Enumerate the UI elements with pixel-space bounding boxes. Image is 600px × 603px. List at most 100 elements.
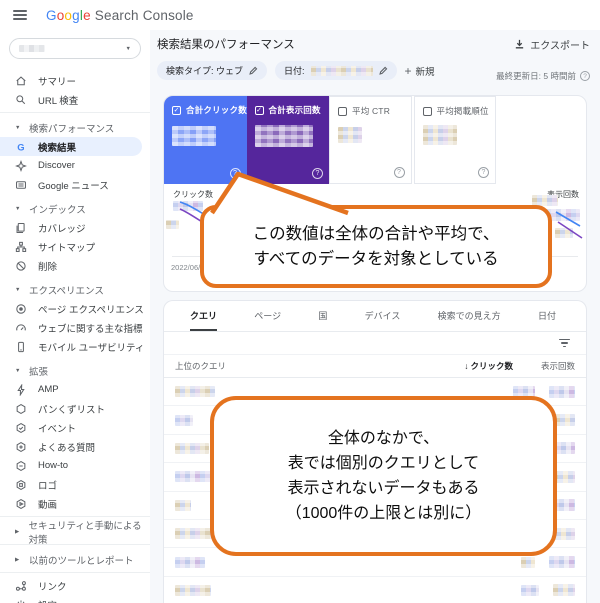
sidebar-item-label: リンク [38,579,67,593]
sidebar-item-mobile-usability[interactable]: モバイル ユーザビリティ [0,337,150,356]
sidebar-item-discover[interactable]: Discover [0,156,150,175]
tab-search-appearance[interactable]: 検索での見え方 [438,309,501,331]
callout-tail [190,168,360,216]
sidebar-item-label: サマリー [38,74,76,88]
sidebar-item-label: 動画 [38,497,57,511]
sidebar-item-label: パンくずリスト [38,402,105,416]
sidebar-item-core-web-vitals[interactable]: ウェブに関する主な指標 [0,318,150,337]
top-bar: GoogleSearch Console [0,0,600,30]
date-filter-chip[interactable]: 日付: [275,61,397,80]
sidebar-item-breadcrumbs[interactable]: パンくずリスト [0,399,150,418]
breadcrumb-icon [15,403,27,415]
sidebar-item-page-experience[interactable]: ページ エクスペリエンス [0,299,150,318]
sidebar-item-settings[interactable]: 設定 [0,595,150,603]
sidebar-item-label: Discover [38,160,75,171]
checkbox-unchecked-icon[interactable] [423,107,432,116]
help-icon[interactable]: ? [394,167,405,178]
sidebar: ▼ サマリー URL 検査 ▼ 検索パフォーマンス G 検索結果 Di [0,30,150,603]
sidebar-item-logos[interactable]: ロゴ [0,475,150,494]
sidebar-item-google-news[interactable]: Google ニュース [0,175,150,194]
sidebar-item-coverage[interactable]: カバレッジ [0,218,150,237]
checkbox-unchecked-icon[interactable] [338,107,347,116]
redacted-date-range [311,66,373,76]
logo-letter: G [46,8,57,23]
divider [0,516,150,517]
checkbox-checked-icon[interactable]: ✓ [255,106,264,115]
redacted-clicks [521,557,535,568]
plus-icon: + [405,64,412,78]
sidebar-item-label: ページ エクスペリエンス [38,302,144,316]
metric-card-average-position[interactable]: 平均掲載順位 ? [414,96,497,184]
sidebar-item-label: AMP [38,384,59,395]
divider [0,572,150,573]
news-icon [15,179,27,191]
sidebar-item-amp[interactable]: AMP [0,380,150,399]
annotation-line: 表示されないデータもある [287,476,479,501]
pencil-icon [249,66,258,75]
tab-pages[interactable]: ページ [254,309,281,331]
column-header-impressions[interactable]: 表示回数 [513,360,575,372]
tab-devices[interactable]: デバイス [365,309,401,331]
sidebar-section-legacy-tools[interactable]: ▶ 以前のツールとレポート [0,551,150,569]
sidebar-item-url-inspection[interactable]: URL 検査 [0,90,150,109]
export-label: エクスポート [530,37,590,52]
sidebar-section-security[interactable]: ▶ セキュリティと手動による対策 [0,523,150,541]
column-header-query[interactable]: 上位のクエリ [175,360,433,372]
redacted-query [175,415,193,426]
sidebar-item-search-results[interactable]: G 検索結果 [0,137,142,156]
sidebar-section-search-performance[interactable]: ▼ 検索パフォーマンス [0,119,150,137]
sidebar-section-enhancements[interactable]: ▼ 拡張 [0,362,150,380]
amp-icon [15,384,27,396]
sidebar-item-removals[interactable]: 削除 [0,256,150,275]
sidebar-section-label: インデックス [29,202,86,216]
sort-desc-icon: ↓ [464,361,468,371]
redacted-metric-value [338,127,362,143]
last-updated: 最終更新日: 5 時間前 ? [496,70,590,82]
mobile-usability-icon [15,341,27,353]
property-selector[interactable]: ▼ [9,38,141,59]
sidebar-section-label: 拡張 [29,364,48,378]
metric-card-label: 平均 CTR [352,105,390,117]
page-experience-icon [15,303,27,315]
sidebar-item-label: Google ニュース [38,178,109,192]
redacted-metric-value [255,125,313,147]
sidebar-item-howto[interactable]: How-to [0,456,150,475]
redacted-query [175,528,215,539]
menu-icon[interactable] [13,10,27,20]
metric-card-label: 合計クリック数 [186,104,247,116]
metric-card-label: 合計表示回数 [269,104,321,116]
column-header-clicks[interactable]: ↓クリック数 [433,360,513,372]
last-updated-text: 最終更新日: 5 時間前 [496,70,576,82]
tab-dates[interactable]: 日付 [538,309,556,331]
sidebar-item-videos[interactable]: 動画 [0,494,150,513]
new-filter-label: 新規 [416,64,435,78]
logo-letter: e [83,8,91,23]
search-type-label: 検索タイプ: ウェブ [166,64,243,77]
app-logo: GoogleSearch Console [46,8,194,23]
sidebar-item-events[interactable]: イベント [0,418,150,437]
table-row[interactable] [164,577,586,603]
faq-icon [15,441,27,453]
sidebar-item-label: モバイル ユーザビリティ [38,340,144,354]
checkbox-checked-icon[interactable]: ✓ [172,106,181,115]
caret-right-icon: ▶ [15,557,22,563]
help-icon[interactable]: ? [580,71,590,81]
tab-countries[interactable]: 国 [318,309,327,331]
search-type-filter-chip[interactable]: 検索タイプ: ウェブ [157,61,267,80]
sidebar-item-faq[interactable]: よくある質問 [0,437,150,456]
help-icon[interactable]: ? [478,167,489,178]
sidebar-item-links[interactable]: リンク [0,576,150,595]
sidebar-section-index[interactable]: ▼ インデックス [0,200,150,218]
new-filter-button[interactable]: + 新規 [405,64,435,78]
sidebar-section-experience[interactable]: ▼ エクスペリエンス [0,281,150,299]
tab-queries[interactable]: クエリ [190,309,217,331]
sidebar-item-sitemaps[interactable]: サイトマップ [0,237,150,256]
annotation-callout-table: 全体のなかで、 表では個別のクエリとして 表示されないデータもある （1000件… [210,396,557,556]
event-icon [15,422,27,434]
app-window: GoogleSearch Console ▼ サマリー URL 検査 ▼ 検索パ… [0,0,600,603]
redacted-metric-value [423,125,457,145]
download-icon [514,39,525,50]
export-button[interactable]: エクスポート [514,37,590,52]
filter-icon[interactable] [559,339,570,347]
sidebar-item-summary[interactable]: サマリー [0,71,150,90]
